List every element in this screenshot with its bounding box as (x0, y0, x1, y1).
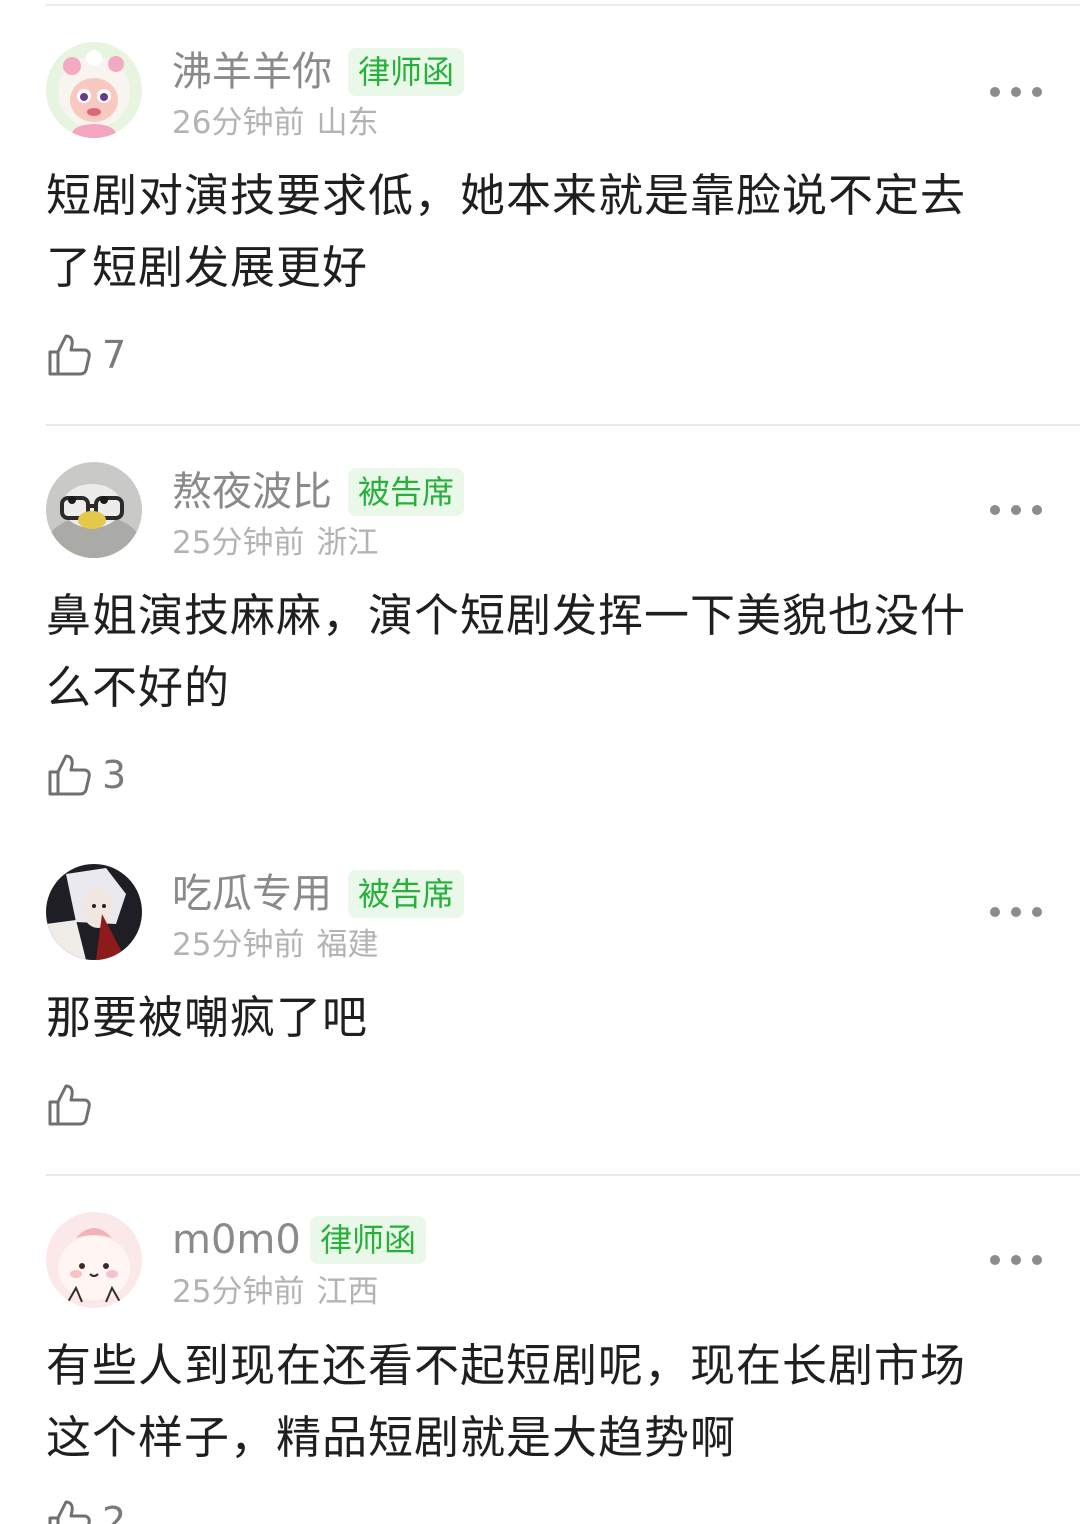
comment-meta: 25分钟前 浙江 (172, 524, 378, 562)
more-dots-icon (990, 1255, 1000, 1265)
comment-time: 25分钟前 (172, 927, 305, 963)
avatar[interactable] (46, 1212, 142, 1308)
comment-time: 25分钟前 (172, 525, 305, 561)
more-dots-icon (1011, 1255, 1021, 1265)
like-count: 7 (102, 333, 127, 377)
user-badge: 律师函 (310, 1216, 427, 1264)
comment-text: 有些人到现在还看不起短剧呢，现在长剧市场 这个样子，精品短剧就是大趋势啊 (46, 1330, 1026, 1474)
avatar[interactable] (46, 462, 142, 558)
comment-region: 江西 (316, 1274, 379, 1310)
more-options-button[interactable] (990, 82, 1042, 102)
more-options-button[interactable] (990, 1250, 1042, 1270)
comment-divider (46, 424, 1080, 426)
comment-text-line: 了短剧发展更好 (46, 241, 369, 294)
comment-meta: 25分钟前 江西 (172, 1273, 378, 1311)
comment-region: 福建 (316, 927, 379, 963)
comment-meta: 25分钟前 福建 (172, 926, 378, 964)
comment-time: 26分钟前 (172, 105, 305, 141)
cartoon-sheep-avatar-icon (46, 42, 142, 138)
comment-region: 山东 (316, 105, 379, 141)
more-dots-icon (1032, 505, 1042, 515)
more-dots-icon (1032, 87, 1042, 97)
comment-text-line: 这个样子，精品短剧就是大趋势啊 (46, 1411, 737, 1464)
thumbs-up-icon (48, 1084, 91, 1126)
avatar[interactable] (46, 864, 142, 960)
username[interactable]: 熬夜波比 (172, 468, 332, 516)
more-options-button[interactable] (990, 500, 1042, 520)
like-button[interactable]: 7 (46, 330, 126, 380)
more-dots-icon (1011, 87, 1021, 97)
username[interactable]: 吃瓜专用 (172, 870, 332, 918)
more-dots-icon (1011, 505, 1021, 515)
username[interactable]: 沸羊羊你 (172, 48, 332, 96)
like-button[interactable]: 3 (46, 750, 126, 800)
more-dots-icon (1032, 907, 1042, 917)
comment-text-line: 有些人到现在还看不起短剧呢，现在长剧市场 (46, 1339, 967, 1392)
comment-text-line: 么不好的 (46, 661, 231, 714)
more-dots-icon (990, 907, 1000, 917)
comment-region: 浙江 (316, 525, 379, 561)
more-dots-icon (990, 505, 1000, 515)
comment-text-line: 那要被嘲疯了吧 (46, 991, 369, 1044)
like-count: 3 (102, 753, 127, 797)
comment-text: 鼻姐演技麻麻，演个短剧发挥一下美貌也没什 么不好的 (46, 580, 1026, 724)
more-dots-icon (990, 87, 1000, 97)
avatar[interactable] (46, 42, 142, 138)
comment-divider (46, 1174, 1080, 1176)
user-badge: 被告席 (348, 468, 465, 516)
comment-list-page: 沸羊羊你 律师函 26分钟前 山东 短剧对演技要求低，她本来就是靠脸说不定去 了短… (0, 0, 1080, 1524)
like-count: 2 (102, 1499, 127, 1524)
comment-text: 那要被嘲疯了吧 (46, 982, 1026, 1054)
thumbs-up-icon (48, 754, 91, 796)
top-divider (46, 4, 1080, 6)
username[interactable]: m0m0 (172, 1216, 301, 1264)
comment-time: 25分钟前 (172, 1274, 305, 1310)
glasses-figure-avatar-icon (46, 462, 142, 558)
user-badge: 被告席 (348, 870, 465, 918)
like-button[interactable] (46, 1080, 102, 1130)
comment-text: 短剧对演技要求低，她本来就是靠脸说不定去 了短剧发展更好 (46, 160, 1026, 304)
more-options-button[interactable] (990, 902, 1042, 922)
comment-meta: 26分钟前 山东 (172, 104, 378, 142)
user-badge: 律师函 (348, 48, 465, 96)
anime-character-avatar-icon (46, 864, 142, 960)
thumbs-up-icon (48, 1500, 91, 1524)
pink-blob-avatar-icon (46, 1212, 142, 1308)
comment-text-line: 鼻姐演技麻麻，演个短剧发挥一下美貌也没什 (46, 589, 967, 642)
more-dots-icon (1032, 1255, 1042, 1265)
thumbs-up-icon (48, 334, 91, 376)
like-button[interactable]: 2 (46, 1496, 126, 1524)
comment-text-line: 短剧对演技要求低，她本来就是靠脸说不定去 (46, 169, 967, 222)
more-dots-icon (1011, 907, 1021, 917)
